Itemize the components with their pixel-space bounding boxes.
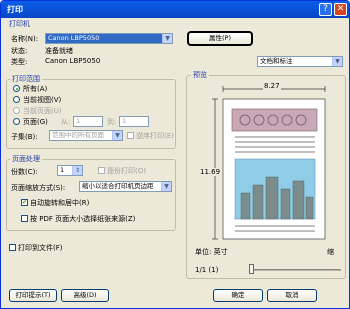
pdf-paper-checkbox[interactable] (21, 215, 28, 222)
current-view-label: 当前视图(V) (23, 96, 62, 104)
comments-forms-value: 文档和标注 (260, 57, 293, 65)
scaling-label: 页面缩放方式(S): (11, 184, 66, 192)
printer-select[interactable]: Canon LBP5050 ▼ (45, 33, 173, 44)
page-handling-title: 页面处理 (10, 154, 42, 164)
cancel-button[interactable]: 取消 (267, 289, 317, 302)
scaling-select[interactable]: 缩小以适合打印机页边距 ▼ (79, 181, 172, 192)
preview-height-label: 11.69 (200, 168, 221, 176)
printer-select-value: Canon LBP5050 (48, 34, 100, 42)
type-value: Canon LBP5050 (45, 57, 101, 65)
pages-label: 页面(G) (23, 118, 48, 126)
reverse-checkbox[interactable] (127, 132, 134, 139)
preview-banner (231, 108, 318, 132)
chevron-down-icon: ▼ (162, 34, 172, 43)
preview-title: 预览 (191, 70, 209, 80)
current-view-radio[interactable] (13, 96, 20, 103)
to-input[interactable]: 1 (119, 116, 149, 127)
spin-arrows-icon: ⇕ (72, 166, 82, 175)
subset-value: 范围中的所有页面 (52, 131, 104, 139)
subset-select[interactable]: 范围中的所有页面 ▼ (49, 130, 123, 141)
auto-rotate-label: 自动旋转和居中(R) (30, 199, 90, 207)
current-page-label: 当前页面(U) (23, 107, 62, 115)
zoom-label: 缩 (327, 248, 334, 256)
advanced-button[interactable]: 高级(D) (61, 289, 109, 302)
page-slider-thumb[interactable] (249, 264, 254, 274)
to-label: 到: (107, 118, 117, 126)
pages-radio[interactable] (13, 118, 20, 125)
printer-group-title: 打印机 (7, 19, 32, 29)
pdf-paper-label: 按 PDF 页面大小选择纸张来源(Z) (30, 215, 136, 223)
collate-label: 逐份打印(O) (107, 167, 146, 175)
copies-label: 份数(C): (11, 168, 38, 176)
print-range-title: 打印范围 (10, 74, 42, 84)
properties-button[interactable]: 属性(P) (187, 31, 253, 46)
title-bar: 打印 ? ✕ (1, 1, 349, 18)
page-slider-track[interactable] (251, 269, 341, 271)
all-label: 所有(A) (23, 85, 48, 93)
page-counter: 1/1 (1) (195, 266, 219, 274)
status-value: 准备就绪 (45, 47, 73, 55)
ok-button[interactable]: 确定 (213, 289, 263, 302)
printing-tips-button[interactable]: 打印提示(T) (9, 289, 57, 302)
reverse-label: 逆序打印(E) (136, 132, 174, 140)
from-input[interactable]: 1 (73, 116, 103, 127)
subset-label: 子集(B): (11, 133, 38, 141)
chevron-down-icon: ▼ (112, 131, 122, 140)
chevron-down-icon: ▼ (332, 57, 342, 66)
all-radio[interactable] (13, 85, 20, 92)
chevron-down-icon: ▼ (161, 182, 171, 191)
preview-width-label: 8.27 (263, 82, 281, 90)
printer-name-label: 名称(N): (11, 35, 39, 43)
auto-rotate-checkbox[interactable]: ✔ (21, 199, 28, 206)
type-label: 类型: (11, 58, 28, 66)
status-label: 状态: (11, 47, 28, 55)
copies-value: 1 (60, 166, 65, 174)
help-button[interactable]: ? (319, 3, 332, 16)
print-to-file-checkbox[interactable] (9, 244, 16, 251)
print-dialog: 打印 ? ✕ 打印机 名称(N): Canon LBP5050 ▼ 属性(P) … (0, 0, 350, 309)
comments-forms-select[interactable]: 文档和标注 ▼ (257, 56, 343, 67)
close-button[interactable]: ✕ (334, 3, 347, 16)
print-to-file-label: 打印到文件(F) (18, 244, 63, 252)
window-title: 打印 (7, 5, 23, 14)
copies-stepper[interactable]: 1 ⇕ (57, 165, 83, 176)
units-label: 单位: 英寸 (195, 248, 228, 256)
collate-checkbox[interactable] (98, 167, 105, 174)
from-label: 从: (61, 118, 71, 126)
preview-page-svg (212, 86, 326, 240)
current-page-radio[interactable] (13, 107, 20, 114)
scaling-value: 缩小以适合打印机页边距 (82, 182, 154, 190)
